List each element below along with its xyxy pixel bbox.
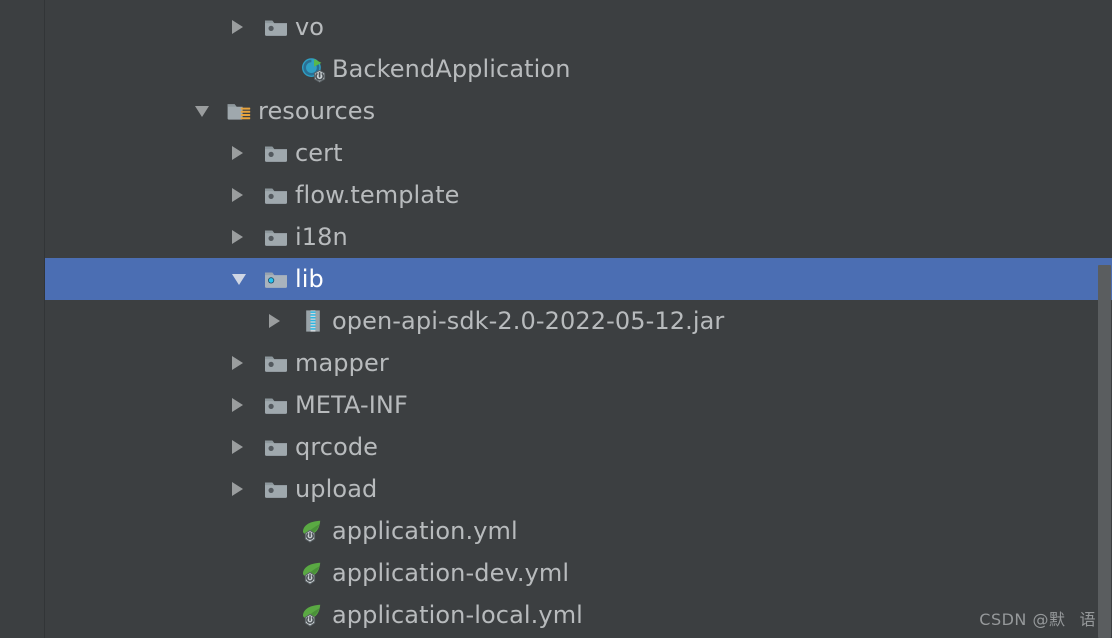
folder-icon <box>262 433 290 461</box>
vertical-scrollbar-track[interactable] <box>1097 0 1112 638</box>
chevron-right-icon[interactable] <box>232 187 243 202</box>
tree-row-label: META-INF <box>295 391 408 419</box>
chevron-right-icon[interactable] <box>232 481 243 496</box>
folder-icon <box>262 139 290 167</box>
tree-row[interactable]: i18n <box>45 216 1112 258</box>
tree-row[interactable]: qrcode <box>45 426 1112 468</box>
tree-row[interactable]: mapper <box>45 342 1112 384</box>
tree-row[interactable]: application-local.yml <box>45 594 1112 636</box>
folder-icon <box>262 391 290 419</box>
tree-row[interactable]: open-api-sdk-2.0-2022-05-12.jar <box>45 300 1112 342</box>
project-tree-panel: vo BackendApplication resources cert flow.te… <box>0 0 1112 638</box>
tree-row[interactable]: META-INF <box>45 384 1112 426</box>
tree-row-label: BackendApplication <box>332 55 571 83</box>
tree-row-label: qrcode <box>295 433 379 461</box>
tree-row-label: resources <box>258 97 376 125</box>
tree-row[interactable]: resources <box>45 90 1112 132</box>
chevron-right-icon[interactable] <box>269 313 280 328</box>
tree-row[interactable]: cert <box>45 132 1112 174</box>
tree-row[interactable]: lib <box>45 258 1112 300</box>
tree-row[interactable]: application.yml <box>45 510 1112 552</box>
tree-row-label: application-dev.yml <box>332 559 570 587</box>
folder-icon <box>262 349 290 377</box>
tree-row-label: upload <box>295 475 378 503</box>
folder-icon <box>262 223 290 251</box>
tree-row-label: i18n <box>295 223 348 251</box>
tree-row[interactable]: upload <box>45 468 1112 510</box>
tree-row[interactable]: vo <box>45 6 1112 48</box>
project-file-tree[interactable]: vo BackendApplication resources cert flow.te… <box>45 0 1112 638</box>
resources-root-folder-icon <box>225 97 253 125</box>
tree-row-label: cert <box>295 139 343 167</box>
jar-archive-icon <box>299 307 327 335</box>
spring-config-yml-icon <box>299 601 327 629</box>
chevron-down-icon[interactable] <box>232 274 246 285</box>
chevron-right-icon[interactable] <box>232 229 243 244</box>
tree-row-label: lib <box>295 265 324 293</box>
folder-icon <box>262 181 290 209</box>
chevron-right-icon[interactable] <box>232 397 243 412</box>
vertical-scrollbar-thumb[interactable] <box>1098 265 1111 638</box>
chevron-right-icon[interactable] <box>232 19 243 34</box>
watermark-prefix: CSDN @默 <box>979 610 1066 629</box>
chevron-right-icon[interactable] <box>232 439 243 454</box>
chevron-right-icon[interactable] <box>232 355 243 370</box>
csdn-watermark: CSDN @默语 <box>977 606 1096 630</box>
tool-window-gutter <box>0 0 44 638</box>
tree-row-label: application.yml <box>332 517 518 545</box>
tree-row[interactable]: application-dev.yml <box>45 552 1112 594</box>
tree-row[interactable]: flow.template <box>45 174 1112 216</box>
spring-config-yml-icon <box>299 517 327 545</box>
tree-row-label: open-api-sdk-2.0-2022-05-12.jar <box>332 307 725 335</box>
tree-row-label: flow.template <box>295 181 460 209</box>
chevron-down-icon[interactable] <box>195 106 209 117</box>
folder-icon <box>262 475 290 503</box>
folder-icon <box>262 13 290 41</box>
tree-row-label: application-local.yml <box>332 601 583 629</box>
library-folder-icon <box>262 265 290 293</box>
tree-row-label: vo <box>295 13 325 41</box>
tree-row[interactable]: BackendApplication <box>45 48 1112 90</box>
spring-config-yml-icon <box>299 559 327 587</box>
spring-boot-run-class-icon <box>299 55 327 83</box>
chevron-right-icon[interactable] <box>232 145 243 160</box>
tree-row-label: mapper <box>295 349 389 377</box>
watermark-suffix: 语 <box>1079 610 1096 629</box>
